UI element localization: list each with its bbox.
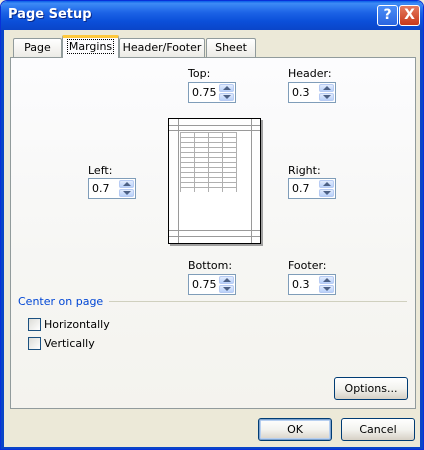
- tab-header-footer[interactable]: Header/Footer: [119, 38, 205, 57]
- footer-label: Footer:: [288, 259, 327, 272]
- footer-spin-up-icon[interactable]: [319, 276, 334, 284]
- right-label: Right:: [288, 164, 321, 177]
- vertically-label[interactable]: Vertically: [44, 337, 95, 350]
- window-title: Page Setup: [8, 7, 92, 22]
- preview-cell-grid: [180, 132, 237, 192]
- right-spin-down-icon[interactable]: [319, 189, 334, 197]
- bottom-spin-up-icon[interactable]: [219, 276, 234, 284]
- header-label: Header:: [288, 67, 332, 80]
- preview-top-margin-line: [169, 130, 260, 131]
- bottom-label: Bottom:: [188, 259, 233, 272]
- tab-sheet-label: Sheet: [215, 41, 247, 54]
- preview-bottom-margin-line: [169, 230, 260, 231]
- bottom-margin-spinner[interactable]: 0.75: [188, 274, 236, 295]
- top-spin-up-icon[interactable]: [219, 84, 234, 92]
- title-bar[interactable]: Page Setup ? X: [1, 1, 423, 30]
- cancel-button[interactable]: Cancel: [341, 418, 415, 441]
- left-spin-up-icon[interactable]: [119, 180, 134, 188]
- tab-margins-label: Margins: [66, 39, 115, 54]
- right-margin-spinner[interactable]: 0.7: [288, 178, 336, 199]
- footer-spin-down-icon[interactable]: [319, 285, 334, 293]
- preview-footer-line: [169, 236, 260, 237]
- header-margin-value[interactable]: 0.3: [292, 86, 310, 99]
- page-setup-dialog: Page Setup ? X Page Margins Header/Foote…: [0, 0, 424, 450]
- left-margin-spinner[interactable]: 0.7: [88, 178, 136, 199]
- window-border-right: [420, 30, 423, 449]
- top-label: Top:: [188, 67, 211, 80]
- options-button[interactable]: Options...: [334, 377, 408, 400]
- header-spin-up-icon[interactable]: [319, 84, 334, 92]
- tab-margins[interactable]: Margins: [62, 35, 119, 58]
- vertically-checkbox[interactable]: [28, 337, 41, 350]
- horizontally-checkbox[interactable]: [28, 318, 41, 331]
- top-margin-spinner[interactable]: 0.75: [188, 82, 236, 103]
- margins-panel: Top: 0.75 Header: 0.3 Left: 0.7 Right: 0…: [10, 57, 416, 409]
- top-margin-value[interactable]: 0.75: [192, 86, 217, 99]
- ok-button[interactable]: OK: [258, 418, 332, 441]
- window-border-left: [1, 30, 4, 449]
- page-preview: [168, 118, 261, 244]
- footer-margin-spinner[interactable]: 0.3: [288, 274, 336, 295]
- preview-header-line: [169, 125, 260, 126]
- left-spin-down-icon[interactable]: [119, 189, 134, 197]
- header-margin-spinner[interactable]: 0.3: [288, 82, 336, 103]
- help-button[interactable]: ?: [377, 5, 398, 26]
- horizontally-label[interactable]: Horizontally: [44, 318, 110, 331]
- footer-margin-value[interactable]: 0.3: [292, 278, 310, 291]
- right-spin-up-icon[interactable]: [319, 180, 334, 188]
- group-separator: [109, 301, 407, 302]
- bottom-margin-value[interactable]: 0.75: [192, 278, 217, 291]
- top-spin-down-icon[interactable]: [219, 93, 234, 101]
- preview-right-margin-line: [251, 119, 252, 243]
- tab-page-label: Page: [24, 41, 51, 54]
- left-margin-value[interactable]: 0.7: [92, 182, 110, 195]
- right-margin-value[interactable]: 0.7: [292, 182, 310, 195]
- close-button[interactable]: X: [399, 5, 420, 26]
- left-label: Left:: [88, 164, 113, 177]
- bottom-spin-down-icon[interactable]: [219, 285, 234, 293]
- tab-page[interactable]: Page: [13, 38, 62, 57]
- header-spin-down-icon[interactable]: [319, 93, 334, 101]
- center-on-page-title: Center on page: [18, 295, 104, 308]
- tab-sheet[interactable]: Sheet: [206, 38, 256, 57]
- preview-left-margin-line: [178, 119, 179, 243]
- tab-header-footer-label: Header/Footer: [122, 41, 202, 54]
